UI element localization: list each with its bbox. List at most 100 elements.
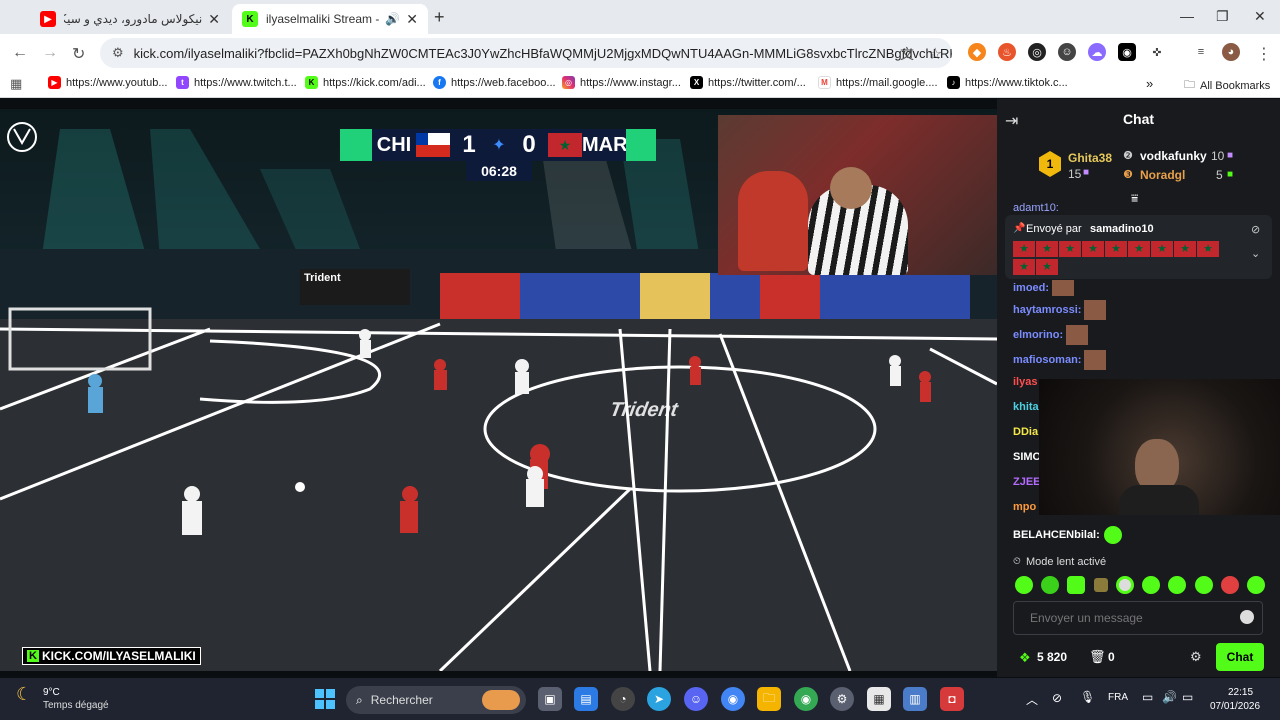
ubo-extension-icon[interactable]: ◉ <box>1118 43 1136 61</box>
red-app-icon[interactable]: ◘ <box>940 687 964 711</box>
maximize-button[interactable]: ❐ <box>1216 8 1229 25</box>
bookmark-kick[interactable]: K https://kick.com/adi... <box>305 76 426 89</box>
leader-3-name[interactable]: Noradgl <box>1140 168 1185 182</box>
weather-temp[interactable]: 9°C <box>43 687 60 698</box>
emote-icon[interactable] <box>1067 576 1086 594</box>
settings-icon[interactable]: ⚙ <box>830 687 854 711</box>
media-control-icon[interactable]: ≡ <box>1192 43 1210 61</box>
weather-moon-icon[interactable]: ☾ <box>16 684 32 705</box>
bookmark-facebook[interactable]: f https://web.faceboo... <box>433 76 556 89</box>
metamask-extension-icon[interactable]: ◆ <box>968 43 986 61</box>
store-icon[interactable]: ▦ <box>867 687 891 711</box>
telegram-icon[interactable]: ➤ <box>647 687 671 711</box>
emote-icon[interactable] <box>1093 578 1108 592</box>
fire-extension-icon[interactable]: ♨ <box>998 43 1016 61</box>
clock-time[interactable]: 22:15 <box>1228 687 1253 698</box>
pinned-user[interactable]: samadino10 <box>1090 223 1154 235</box>
tab-kick[interactable]: K ilyaselmaliki Stream - Watch 🔊 ✕ <box>232 4 428 34</box>
bookmark-youtube[interactable]: ▶ https://www.youtub... <box>48 76 168 89</box>
site-info-icon[interactable]: ⚙ <box>112 45 124 61</box>
bookmark-instagram[interactable]: ◎ https://www.instagr... <box>562 76 681 89</box>
windows-start-icon[interactable] <box>313 687 337 711</box>
calculator-icon[interactable]: ▥ <box>903 687 927 711</box>
cloud-extension-icon[interactable]: ☁ <box>1088 43 1106 61</box>
reload-button[interactable]: ↻ <box>72 44 85 64</box>
forward-button[interactable]: → <box>42 44 58 62</box>
bookmark-star-icon[interactable]: ☆ <box>928 44 942 64</box>
gift-box-icon[interactable]: 🗑 <box>1089 649 1106 665</box>
file-explorer-icon[interactable]: 🗀 <box>757 687 781 711</box>
volume-icon[interactable]: 🔊 <box>1162 690 1177 704</box>
emote-icon[interactable] <box>1041 576 1060 594</box>
new-tab-button[interactable]: + <box>434 7 445 28</box>
chat-username[interactable]: SIMO <box>1013 451 1041 463</box>
close-icon[interactable]: ✕ <box>406 11 418 28</box>
emote-icon[interactable] <box>1246 576 1265 594</box>
chat-username[interactable]: elmorino: <box>1013 329 1063 341</box>
notepad-icon[interactable]: ▤ <box>574 687 598 711</box>
menu-kebab-icon[interactable]: ⋮ <box>1256 44 1272 64</box>
language-indicator[interactable]: FRA <box>1108 692 1128 703</box>
tab-youtube[interactable]: ▶ نيكولاس مادورو، ديدي و سيكسنيان ✕ <box>30 4 230 34</box>
minimize-button[interactable]: — <box>1180 8 1194 24</box>
chat-username[interactable]: mpo <box>1013 501 1036 513</box>
chat-username[interactable]: ilyas <box>1013 376 1037 388</box>
bookmark-tiktok[interactable]: ♪ https://www.tiktok.c... <box>947 76 1068 89</box>
channel-points-icon[interactable]: ❖ <box>1019 650 1031 666</box>
pinned-message[interactable]: 📌 Envoyé par samadino10 ⊘ ★ ★ ★ ★ ★ ★ ★ … <box>1005 215 1272 279</box>
translate-icon[interactable]: 文 <box>900 44 914 64</box>
chrome-icon[interactable]: ◉ <box>721 687 745 711</box>
clock-date[interactable]: 07/01/2026 <box>1210 701 1260 712</box>
task-view-icon[interactable]: ▣ <box>538 687 562 711</box>
app-clock-icon[interactable]: ◔ <box>611 687 635 711</box>
send-chat-button[interactable]: Chat <box>1216 643 1264 671</box>
apps-grid-icon[interactable]: ▦ <box>10 76 22 92</box>
extensions-puzzle-icon[interactable]: ✜ <box>1148 43 1166 61</box>
emote-icon[interactable] <box>1220 576 1239 594</box>
emote-icon[interactable] <box>1142 576 1161 594</box>
chat-username[interactable]: DDia <box>1013 426 1038 438</box>
vpn-extension-icon[interactable]: ◎ <box>1028 43 1046 61</box>
emote-icon[interactable] <box>1015 576 1033 594</box>
bookmarks-overflow-icon[interactable]: » <box>1146 76 1153 91</box>
all-bookmarks-button[interactable]: 🗀 All Bookmarks <box>1184 76 1270 95</box>
chat-username[interactable]: ZJEE <box>1013 476 1041 488</box>
bookmark-twitter[interactable]: X https://twitter.com/... <box>690 76 806 89</box>
display-icon[interactable]: ▭ <box>1142 690 1153 704</box>
profile-avatar[interactable]: ◕ <box>1222 43 1240 61</box>
emoji-picker-icon[interactable] <box>1240 610 1254 624</box>
emote-icon[interactable] <box>1168 576 1187 594</box>
chat-settings-icon[interactable]: ⚙ <box>1190 649 1202 665</box>
speaker-icon[interactable]: 🔊 <box>385 12 400 26</box>
back-button[interactable]: ← <box>12 44 28 62</box>
chat-username[interactable]: haytamrossi: <box>1013 304 1081 316</box>
discord-icon[interactable]: ☺ <box>684 687 708 711</box>
battery-icon[interactable]: ▭ <box>1182 690 1193 704</box>
unpin-icon[interactable]: ⊘ <box>1251 223 1260 236</box>
partial-message-user[interactable]: adamt10: <box>1013 202 1059 214</box>
leader-1-name[interactable]: Ghita38 <box>1068 151 1112 165</box>
chat-username[interactable]: BELAHCENbilal: <box>1013 529 1100 541</box>
chat-username[interactable]: mafiosoman: <box>1013 354 1081 366</box>
chrome-profile-icon[interactable]: ◉ <box>794 687 818 711</box>
chat-username[interactable]: imoed: <box>1013 282 1049 294</box>
tray-overflow-icon[interactable]: ︿ <box>1026 691 1038 708</box>
address-bar[interactable]: ⚙ kick.com/ilyaselmaliki?fbclid=PAZXh0bg… <box>100 38 952 68</box>
taskbar-search[interactable]: ⌕ Rechercher <box>346 686 526 714</box>
video-player[interactable]: Trident Trident CHI 1 ✦ 0 ★ MAR 06:28 K … <box>0 109 997 671</box>
message-input[interactable] <box>1014 602 1234 634</box>
close-window-button[interactable]: ✕ <box>1254 8 1266 25</box>
bookmark-twitch[interactable]: t https://www.twitch.t... <box>176 76 297 89</box>
emote-icon[interactable] <box>1194 576 1213 594</box>
close-icon[interactable]: ✕ <box>208 11 220 28</box>
bookmark-gmail[interactable]: M https://mail.google.... <box>818 76 938 89</box>
chat-username[interactable]: khita <box>1013 401 1039 413</box>
face-extension-icon[interactable]: ☺ <box>1058 43 1076 61</box>
chevron-down-icon[interactable]: ⌄ <box>1251 247 1260 260</box>
network-icon[interactable]: ⊘ <box>1052 691 1062 705</box>
microphone-icon[interactable]: 🎙 <box>1080 690 1095 704</box>
leader-2-name[interactable]: vodkafunky <box>1140 149 1207 163</box>
expand-leaderboard-icon[interactable]: ⩸ <box>1131 191 1138 206</box>
weather-desc[interactable]: Temps dégagé <box>43 700 109 711</box>
emote-icon[interactable] <box>1115 576 1134 594</box>
